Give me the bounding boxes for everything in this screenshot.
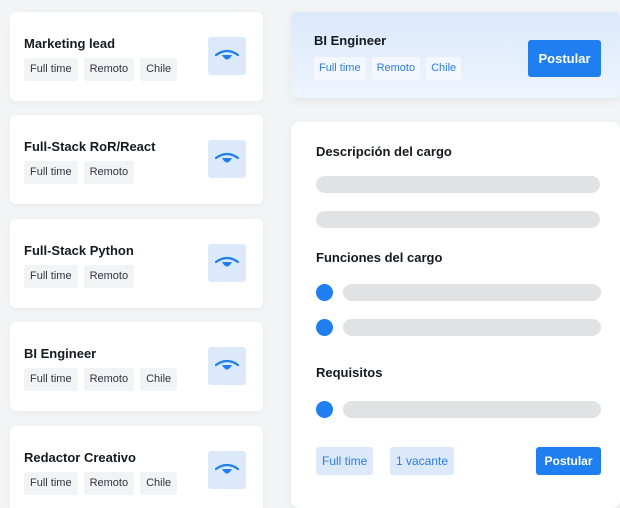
tag-type: Full time — [24, 58, 78, 81]
skeleton-line — [343, 401, 601, 418]
description-heading: Descripción del cargo — [316, 144, 452, 159]
view-job-button[interactable] — [208, 37, 246, 75]
tag-type: Full time — [314, 57, 366, 80]
eye-icon — [215, 359, 239, 370]
job-title: BI Engineer — [24, 346, 97, 361]
bullet-dot — [316, 401, 333, 418]
tag-mode: Remoto — [83, 472, 135, 495]
job-title: Full-Stack Python — [24, 243, 134, 258]
apply-button[interactable]: Postular — [528, 40, 601, 77]
tag-type: Full time — [24, 368, 78, 391]
job-card-marketing-lead[interactable]: Marketing lead Full time Remoto Chile — [10, 12, 263, 101]
job-description-panel: Descripción del cargo Funciones del carg… — [291, 122, 620, 508]
eye-icon — [215, 256, 239, 267]
view-job-button[interactable] — [208, 451, 246, 489]
tag-type: Full time — [24, 265, 78, 288]
tag-mode: Remoto — [371, 57, 421, 80]
tag-mode: Remoto — [83, 265, 135, 288]
job-tags: Full time Remoto Chile — [24, 472, 178, 495]
view-job-button[interactable] — [208, 347, 246, 385]
functions-heading: Funciones del cargo — [316, 250, 443, 265]
job-tags: Full time Remoto Chile — [24, 58, 178, 81]
job-title: Marketing lead — [24, 36, 116, 51]
eye-icon — [215, 152, 239, 163]
tag-type: Full time — [24, 161, 78, 184]
selected-job-title: BI Engineer — [314, 33, 387, 48]
tag-type: Full time — [316, 447, 374, 475]
skeleton-line — [343, 284, 601, 301]
tag-location: Chile — [426, 57, 462, 80]
skeleton-line — [316, 211, 600, 228]
tag-mode: Remoto — [83, 161, 135, 184]
tag-mode: Remoto — [83, 58, 135, 81]
job-title: Full-Stack RoR/React — [24, 139, 156, 154]
selected-job-tags: Full time Remoto Chile — [314, 57, 462, 80]
job-tags: Full time Remoto Chile — [24, 368, 178, 391]
job-card-bi-engineer[interactable]: BI Engineer Full time Remoto Chile — [10, 322, 263, 411]
tag-mode: Remoto — [83, 368, 135, 391]
job-card-fullstack-ror[interactable]: Full-Stack RoR/React Full time Remoto — [10, 115, 263, 204]
job-title: Redactor Creativo — [24, 450, 136, 465]
job-tags: Full time Remoto — [24, 265, 135, 288]
job-card-fullstack-python[interactable]: Full-Stack Python Full time Remoto — [10, 219, 263, 308]
skeleton-line — [316, 176, 600, 193]
eye-icon — [215, 463, 239, 474]
apply-button[interactable]: Postular — [536, 447, 601, 475]
tag-type: Full time — [24, 472, 78, 495]
skeleton-line — [343, 319, 601, 336]
bullet-dot — [316, 319, 333, 336]
view-job-button[interactable] — [208, 140, 246, 178]
job-card-redactor-creativo[interactable]: Redactor Creativo Full time Remoto Chile — [10, 426, 263, 508]
view-job-button[interactable] — [208, 244, 246, 282]
tag-location: Chile — [140, 58, 178, 81]
tag-location: Chile — [140, 368, 178, 391]
selected-job-card: BI Engineer Full time Remoto Chile Postu… — [291, 12, 620, 98]
requirements-heading: Requisitos — [316, 365, 383, 380]
eye-icon — [215, 49, 239, 60]
job-tags: Full time Remoto — [24, 161, 135, 184]
tag-location: Chile — [140, 472, 178, 495]
tag-vacancies: 1 vacante — [390, 447, 455, 475]
bullet-dot — [316, 284, 333, 301]
